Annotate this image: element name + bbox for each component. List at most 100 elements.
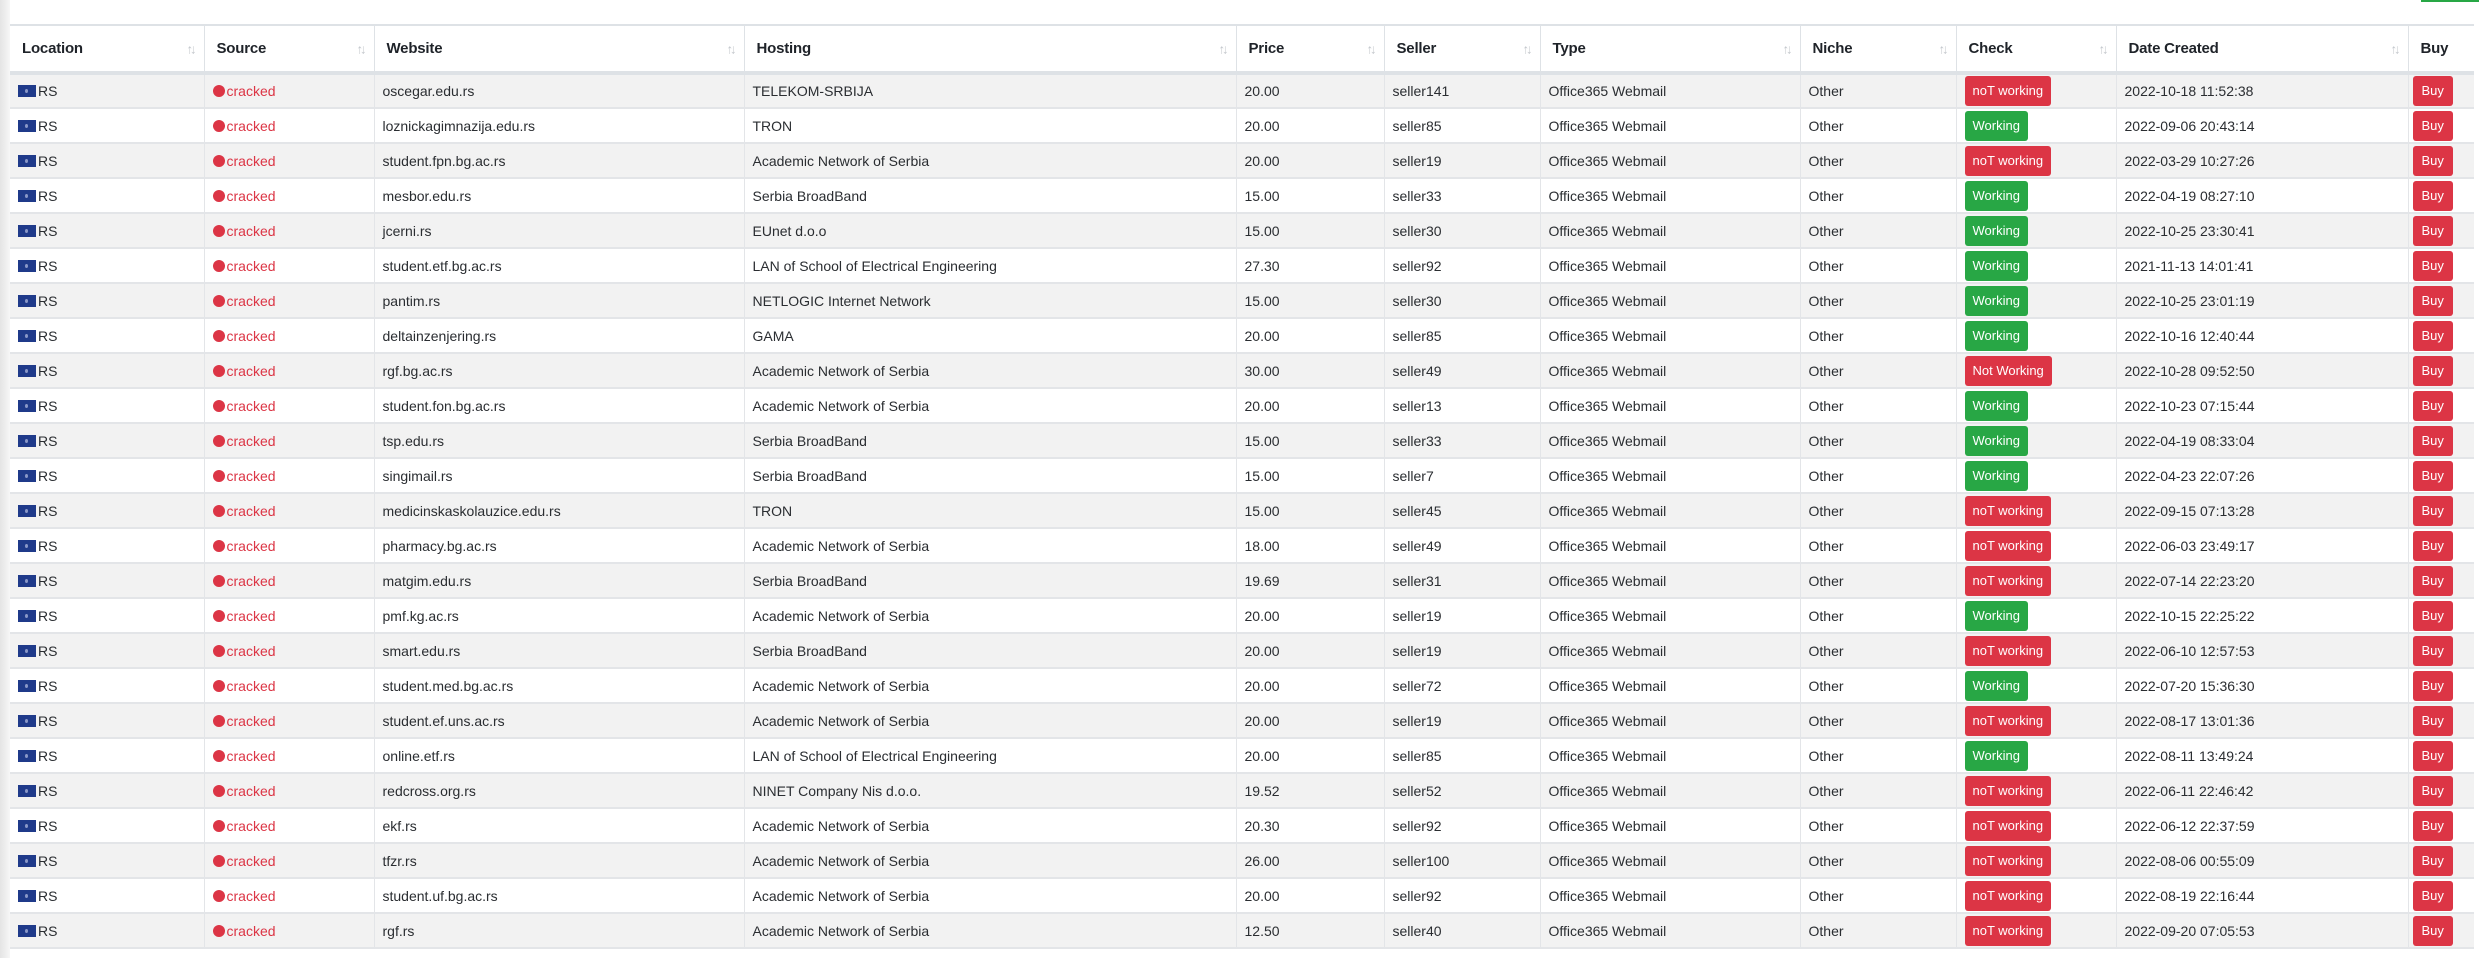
sort-arrows-icon[interactable]: ↑↓ <box>1783 41 1793 56</box>
hosting-value: EUnet d.o.o <box>752 222 827 239</box>
cell-price: 20.00 <box>1236 143 1385 179</box>
check-status-badge[interactable]: Working <box>1964 390 2028 421</box>
column-header-location[interactable]: Location ↑↓ <box>10 25 205 75</box>
sort-arrows-icon[interactable]: ↑↓ <box>2099 41 2109 56</box>
buy-button[interactable]: Buy <box>2412 76 2453 106</box>
buy-button[interactable]: Buy <box>2412 425 2453 456</box>
sort-arrows-icon[interactable]: ↑↓ <box>357 41 367 56</box>
cell-price: 15.00 <box>1236 458 1385 494</box>
sort-arrows-icon[interactable]: ↑↓ <box>1523 41 1533 56</box>
sort-arrows-icon[interactable]: ↑↓ <box>187 41 197 56</box>
buy-button[interactable]: Buy <box>2412 915 2453 946</box>
check-status-badge[interactable]: noT working <box>1964 705 2052 736</box>
check-status-badge[interactable]: noT working <box>1964 495 2052 526</box>
check-status-badge[interactable]: Not Working <box>1964 355 2052 386</box>
buy-button[interactable]: Buy <box>2412 180 2453 211</box>
cell-buy: Buy <box>2408 878 2474 914</box>
column-header-check[interactable]: Check ↑↓ <box>1956 25 2117 75</box>
cell-seller: seller85 <box>1384 318 1541 354</box>
buy-button[interactable]: Buy <box>2412 810 2453 841</box>
cell-price: 26.00 <box>1236 843 1385 879</box>
cell-date-created: 2022-08-06 00:55:09 <box>2116 843 2409 879</box>
column-header-type[interactable]: Type ↑↓ <box>1540 25 1801 75</box>
check-status-badge[interactable]: noT working <box>1964 635 2052 666</box>
column-header-website[interactable]: Website ↑↓ <box>374 25 745 75</box>
check-status-badge[interactable]: Working <box>1964 110 2028 141</box>
column-header-niche[interactable]: Niche ↑↓ <box>1800 25 1957 75</box>
column-header-price[interactable]: Price ↑↓ <box>1236 25 1385 75</box>
buy-button[interactable]: Buy <box>2412 880 2453 911</box>
check-status-badge[interactable]: Working <box>1964 740 2028 771</box>
buy-button[interactable]: Buy <box>2412 565 2453 596</box>
cell-website: singimail.rs <box>374 458 745 494</box>
check-status-badge[interactable]: Working <box>1964 600 2028 631</box>
sort-arrows-icon[interactable]: ↑↓ <box>1367 41 1377 56</box>
cell-date-created: 2022-08-11 13:49:24 <box>2116 738 2409 774</box>
cell-type: Office365 Webmail <box>1540 668 1801 704</box>
hosting-value: Academic Network of Serbia <box>752 922 930 939</box>
column-header-seller[interactable]: Seller ↑↓ <box>1384 25 1541 75</box>
check-status-badge[interactable]: Working <box>1964 425 2028 456</box>
column-header-hosting[interactable]: Hosting ↑↓ <box>744 25 1237 75</box>
cell-niche: Other <box>1800 73 1957 109</box>
column-header-source[interactable]: Source ↑↓ <box>204 25 375 75</box>
check-status-badge[interactable]: noT working <box>1964 845 2052 876</box>
buy-button[interactable]: Buy <box>2412 845 2453 876</box>
buy-button[interactable]: Buy <box>2412 110 2453 141</box>
check-status-badge[interactable]: noT working <box>1964 145 2052 176</box>
buy-button[interactable]: Buy <box>2412 600 2453 631</box>
source-label: cracked <box>226 922 276 939</box>
buy-button[interactable]: Buy <box>2412 670 2453 701</box>
date-created-value: 2022-10-18 11:52:38 <box>2124 83 2254 99</box>
check-status-badge[interactable]: Working <box>1964 215 2028 246</box>
date-created-value: 2021-11-13 14:01:41 <box>2124 257 2254 274</box>
buy-button[interactable]: Buy <box>2412 495 2453 526</box>
buy-button[interactable]: Buy <box>2412 285 2453 316</box>
sort-arrows-icon[interactable]: ↑↓ <box>727 41 737 56</box>
buy-button[interactable]: Buy <box>2412 740 2453 771</box>
check-status-badge[interactable]: noT working <box>1964 880 2052 911</box>
buy-button[interactable]: Buy <box>2412 250 2453 281</box>
buy-button[interactable]: Buy <box>2412 530 2453 561</box>
hosting-value: Serbia BroadBand <box>752 642 867 659</box>
check-status-badge[interactable]: noT working <box>1964 810 2052 841</box>
cell-type: Office365 Webmail <box>1540 318 1801 354</box>
cell-check: noT working <box>1956 563 2117 599</box>
buy-button[interactable]: Buy <box>2412 775 2453 806</box>
buy-button[interactable]: Buy <box>2412 390 2453 421</box>
check-status-badge[interactable]: noT working <box>1964 76 2052 106</box>
buy-button[interactable]: Buy <box>2412 215 2453 246</box>
check-status-badge[interactable]: noT working <box>1964 530 2052 561</box>
cell-type: Office365 Webmail <box>1540 283 1801 319</box>
check-status-badge[interactable]: noT working <box>1964 915 2052 946</box>
type-value: Office365 Webmail <box>1548 852 1667 869</box>
check-status-badge[interactable]: Working <box>1964 670 2028 701</box>
sort-arrows-icon[interactable]: ↑↓ <box>1219 41 1229 56</box>
buy-button[interactable]: Buy <box>2412 145 2453 176</box>
table-header: Location ↑↓ Source ↑↓ Website ↑↓ Hosting ↑↓ Pric… <box>10 25 2474 75</box>
check-status-badge[interactable]: Working <box>1964 180 2028 211</box>
buy-button[interactable]: Buy <box>2412 705 2453 736</box>
column-header-date-created[interactable]: Date Created ↑↓ <box>2116 25 2409 75</box>
status-dot-icon <box>212 574 225 587</box>
sort-arrows-icon[interactable]: ↑↓ <box>2391 41 2401 56</box>
status-dot-icon <box>212 364 225 377</box>
check-status-badge[interactable]: noT working <box>1964 565 2052 596</box>
cell-website: rgf.rs <box>374 913 745 949</box>
buy-button[interactable]: Buy <box>2412 635 2453 666</box>
buy-button[interactable]: Buy <box>2412 460 2453 491</box>
top-action-button-edge[interactable] <box>2421 0 2479 2</box>
cell-source: cracked <box>204 668 375 704</box>
type-value: Office365 Webmail <box>1548 117 1667 134</box>
cell-price: 20.00 <box>1236 738 1385 774</box>
check-status-badge[interactable]: noT working <box>1964 775 2052 806</box>
sort-arrows-icon[interactable]: ↑↓ <box>1939 41 1949 56</box>
table-row: RS cracked medicinskaskolauzice.edu.rs TRON… <box>10 493 2474 529</box>
check-status-badge[interactable]: Working <box>1964 250 2028 281</box>
check-status-badge[interactable]: Working <box>1964 460 2028 491</box>
check-status-badge[interactable]: Working <box>1964 320 2028 351</box>
buy-button[interactable]: Buy <box>2412 355 2453 386</box>
niche-value: Other <box>1808 852 1844 869</box>
check-status-badge[interactable]: Working <box>1964 285 2028 316</box>
buy-button[interactable]: Buy <box>2412 320 2453 351</box>
